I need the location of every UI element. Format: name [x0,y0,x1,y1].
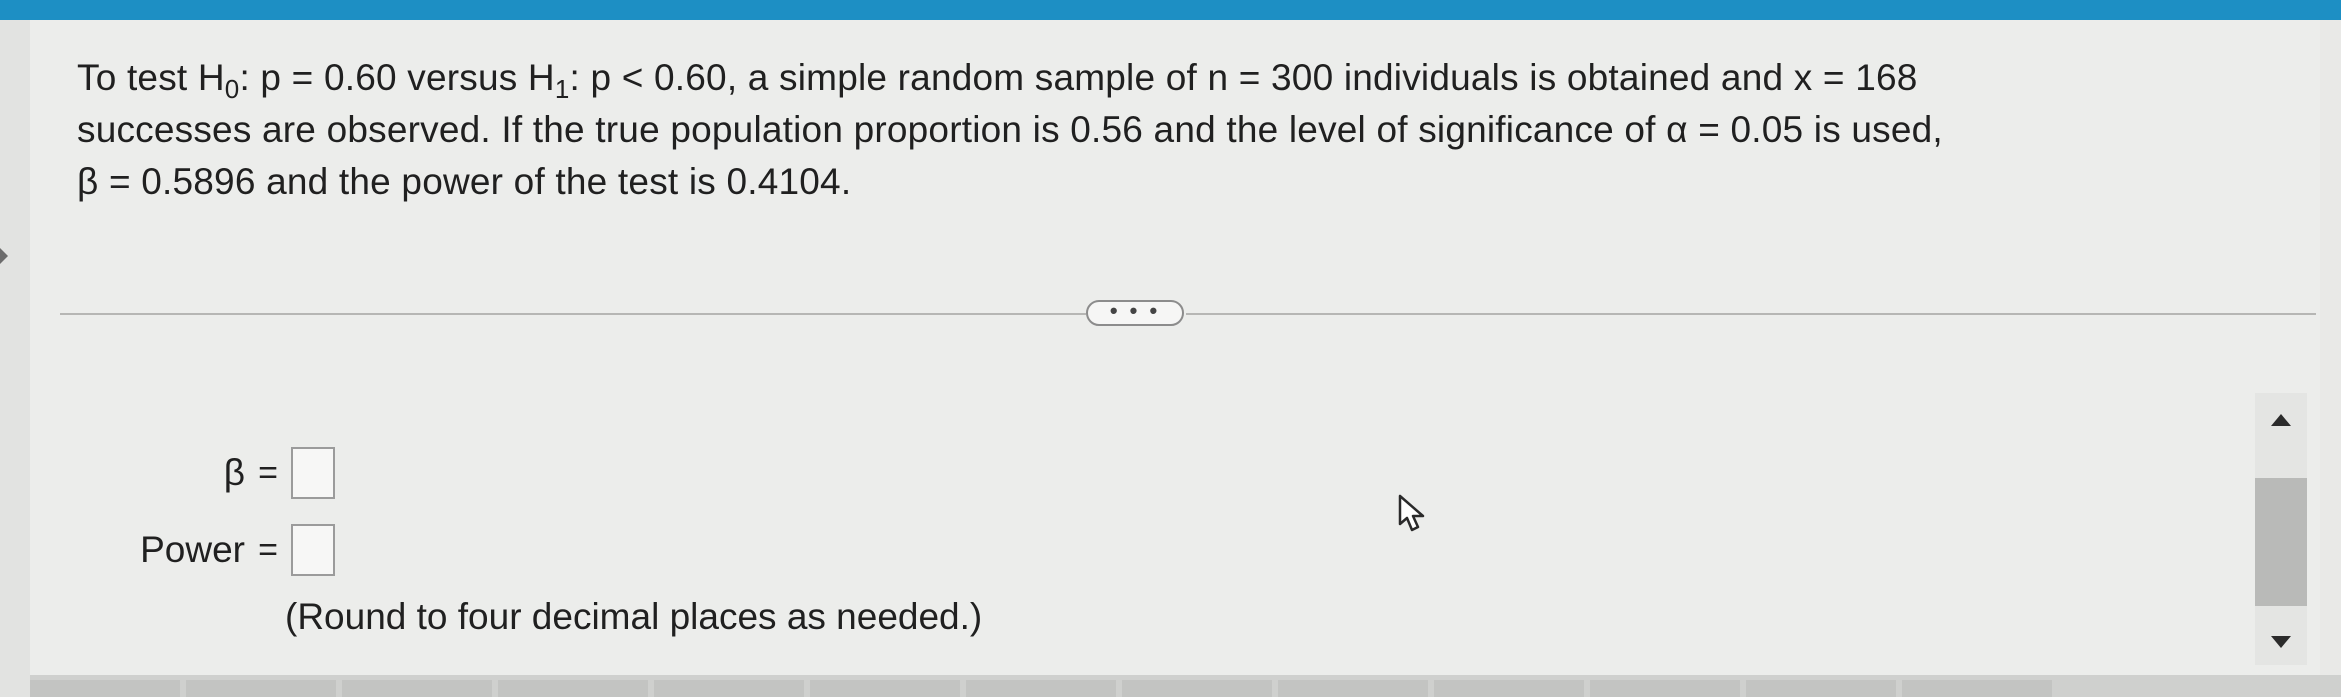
expand-more-button[interactable]: • • • [1086,300,1184,326]
power-equals-sign: = [258,530,278,569]
top-accent-bar [0,0,2341,20]
scrollbar-thumb[interactable] [2255,478,2307,606]
bottom-tab[interactable] [498,680,648,697]
question-text: To test H0: p = 0.60 versus H1: p < 0.60… [77,52,2257,208]
bottom-tab[interactable] [966,680,1116,697]
power-answer-input[interactable] [291,524,335,576]
bottom-tab-strip [30,680,2280,697]
bottom-tab[interactable] [342,680,492,697]
bottom-tab[interactable] [1590,680,1740,697]
scroll-down-arrow-icon[interactable] [2271,636,2291,648]
bottom-tab[interactable] [654,680,804,697]
bottom-tab[interactable] [30,680,180,697]
beta-equals-sign: = [258,453,278,492]
rounding-instruction: (Round to four decimal places as needed.… [285,596,983,637]
bottom-tab[interactable] [186,680,336,697]
question-line-3: β = 0.5896 and the power of the test is … [77,161,852,202]
bottom-tab[interactable] [1902,680,2052,697]
left-collapse-arrow-icon[interactable] [0,248,8,264]
power-answer-row: Power = [0,524,335,576]
section-divider-left [60,313,1086,315]
scroll-up-arrow-icon[interactable] [2271,414,2291,426]
bottom-tab[interactable] [1122,680,1272,697]
bottom-tab[interactable] [810,680,960,697]
power-label: Power [140,529,245,570]
question-line-2: successes are observed. If the true popu… [77,109,1943,150]
left-edge [0,20,30,697]
beta-answer-input[interactable] [291,447,335,499]
bottom-tab[interactable] [1746,680,1896,697]
bottom-tab[interactable] [1434,680,1584,697]
question-line-1: To test H0: p = 0.60 versus H1: p < 0.60… [77,57,1918,104]
beta-label: β [223,452,245,493]
bottom-tab[interactable] [1278,680,1428,697]
beta-answer-row: β = [0,447,335,499]
arrow-pointer-icon [1396,493,1436,537]
section-divider-right [1186,313,2316,315]
